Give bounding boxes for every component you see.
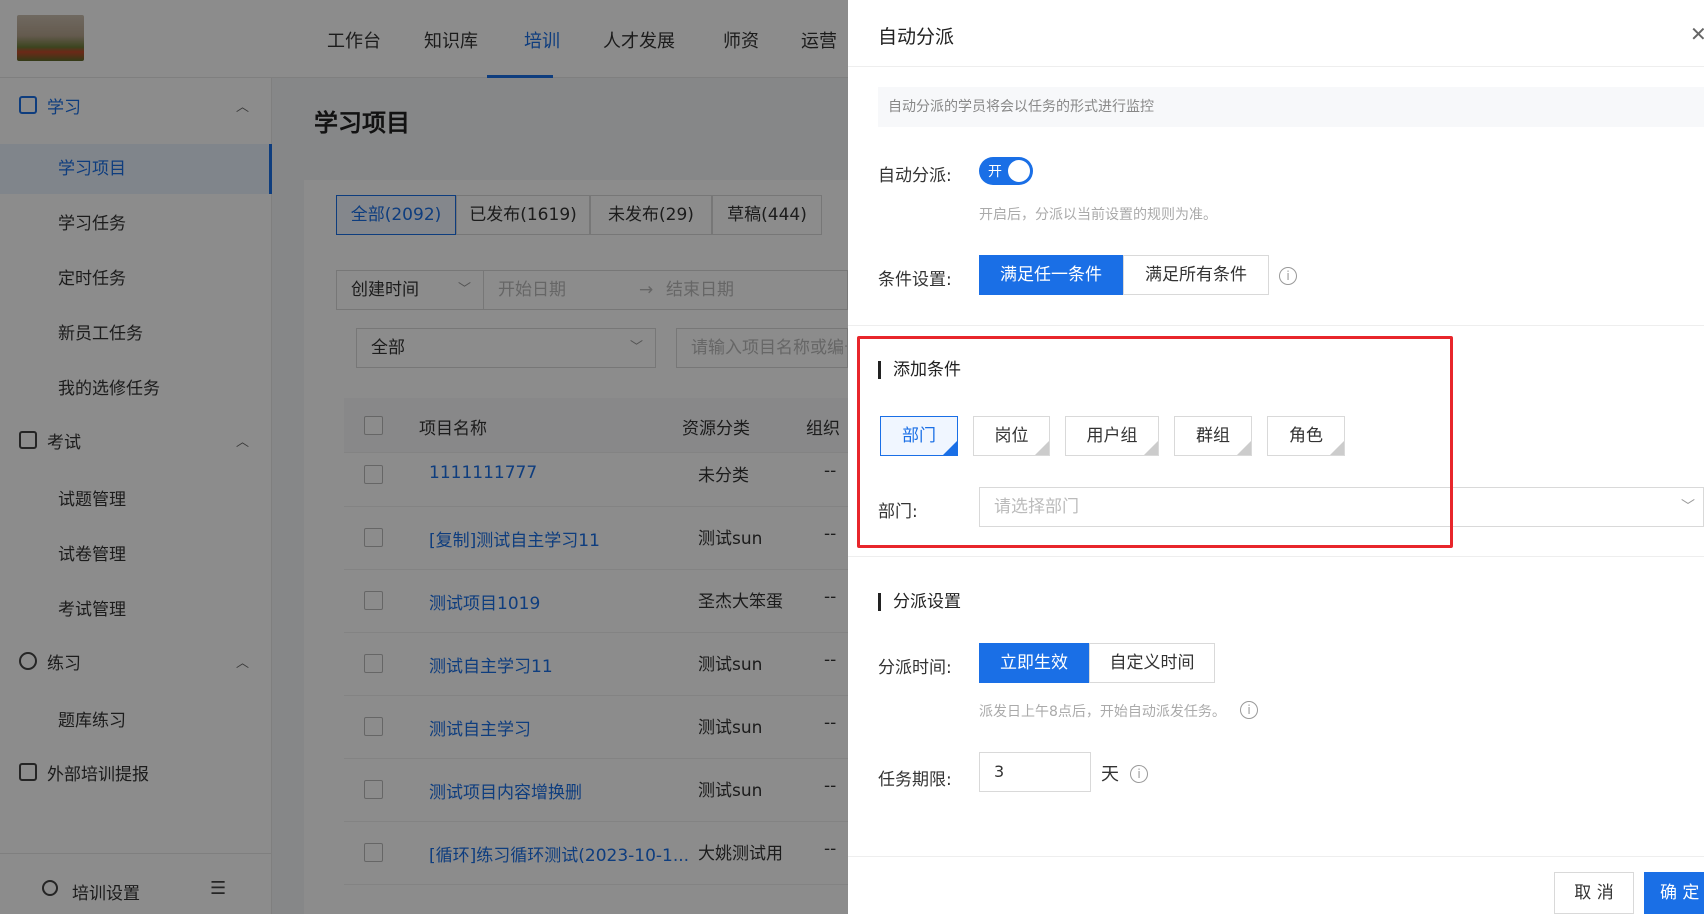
dispatch-custom-time-button[interactable]: 自定义时间 — [1089, 643, 1215, 683]
drawer-title: 自动分派 — [878, 26, 955, 48]
divider — [848, 556, 1704, 557]
dispatch-settings-title: 分派设置 — [878, 593, 961, 611]
chevron-down-icon: ﹀ — [1681, 499, 1695, 515]
confirm-button[interactable]: 确 定 — [1644, 872, 1704, 914]
dispatch-time-label: 分派时间: — [878, 658, 952, 678]
modal-backdrop[interactable] — [0, 0, 848, 914]
condition-all-button[interactable]: 满足所有条件 — [1123, 255, 1269, 295]
switch-knob — [1008, 160, 1030, 182]
auto-assign-switch[interactable]: 开 — [979, 157, 1033, 185]
auto-assign-label: 自动分派: — [878, 166, 952, 186]
divider — [848, 325, 1704, 326]
cancel-button[interactable]: 取 消 — [1554, 872, 1634, 914]
divider — [848, 66, 1704, 67]
info-banner: 自动分派的学员将会以任务的形式进行监控 — [878, 87, 1704, 127]
close-icon[interactable]: ✕ — [1690, 22, 1704, 46]
deadline-input[interactable]: 3 — [979, 752, 1091, 792]
dispatch-immediate-button[interactable]: 立即生效 — [979, 643, 1089, 683]
auto-assign-hint: 开启后，分派以当前设置的规则为准。 — [979, 207, 1217, 223]
highlight-box — [857, 336, 1453, 548]
divider — [848, 856, 1704, 857]
condition-any-button[interactable]: 满足任一条件 — [979, 255, 1123, 295]
condition-label: 条件设置: — [878, 270, 952, 290]
dispatch-hint: 派发日上午8点后，开始自动派发任务。 — [979, 704, 1226, 720]
info-icon[interactable]: i — [1130, 765, 1148, 783]
deadline-label: 任务期限: — [878, 770, 952, 790]
info-icon[interactable]: i — [1240, 701, 1258, 719]
info-icon[interactable]: i — [1279, 267, 1297, 285]
deadline-unit: 天 — [1101, 764, 1119, 785]
